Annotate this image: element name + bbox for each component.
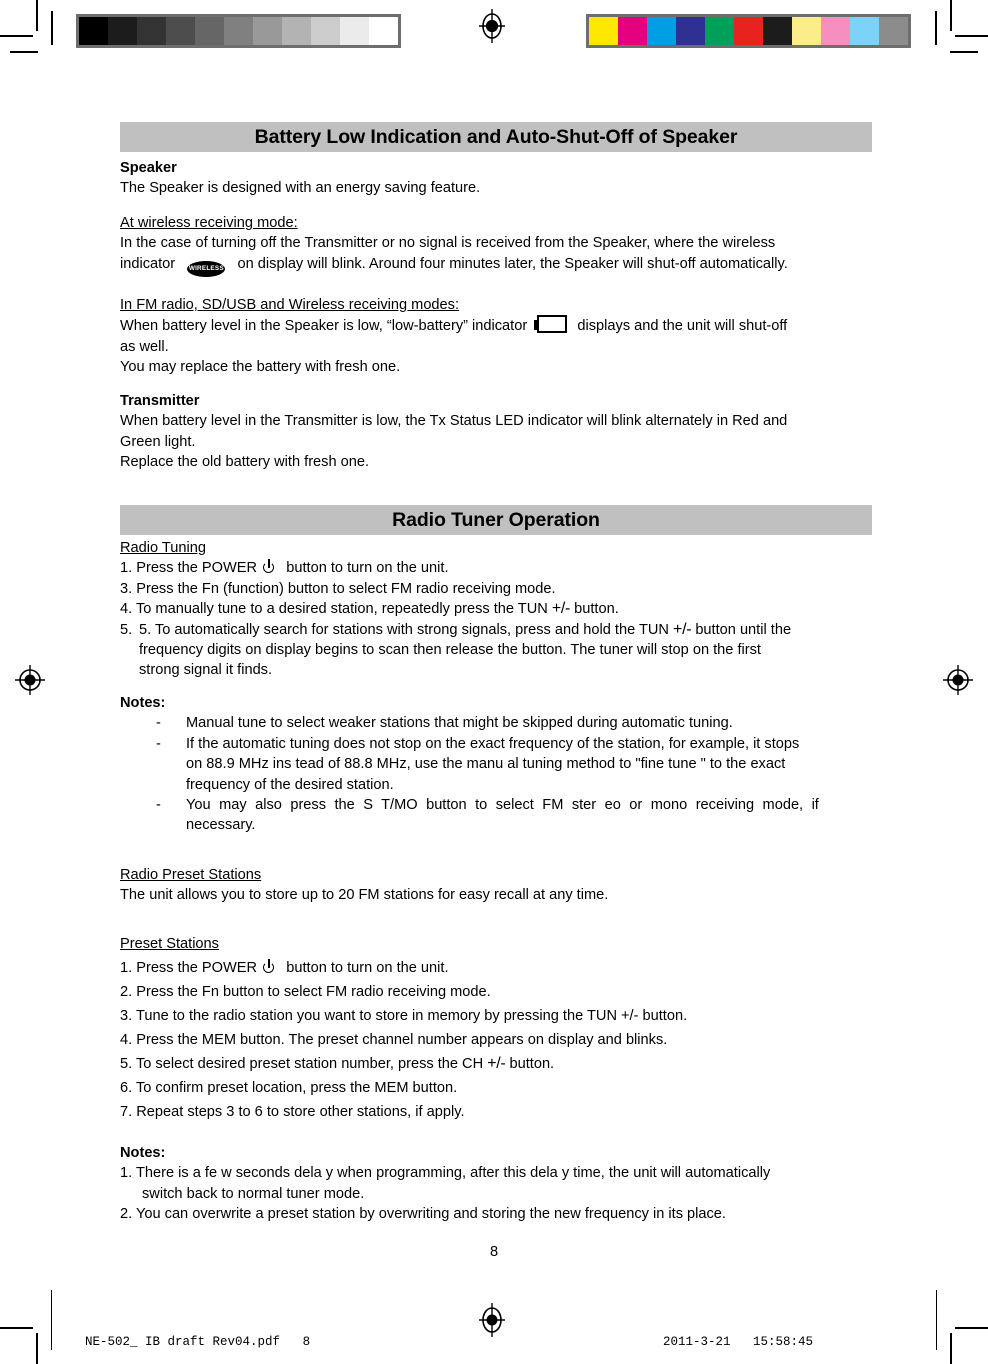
radio-tuning-step-5: 5. 5. To automatically search for statio… xyxy=(120,620,880,681)
tuning-notes-heading: Notes: xyxy=(120,695,166,711)
low-battery-indicator-icon xyxy=(534,315,568,334)
tuning-note-item-2-line-3: frequency of the desired station. xyxy=(186,776,394,793)
preset-step-1-suffix: button to turn on the unit. xyxy=(286,960,449,976)
radio-tuning-step-3: 3. Press the Fn (function) button to sel… xyxy=(120,580,556,597)
wireless-mode-line-2-prefix: indicator xyxy=(120,255,176,272)
power-icon-2 xyxy=(262,959,277,975)
tun-plus-minus-label-1: +/- xyxy=(551,600,571,618)
tuning-note-item-2: - If the automatic tuning does not stop … xyxy=(120,734,880,795)
tuning-note-item-1-text: Manual tune to select weaker stations th… xyxy=(186,715,733,732)
preset-step-7: 7. Repeat steps 3 to 6 to store other st… xyxy=(120,1104,465,1120)
radio-tuning-step-1-suffix: button to turn on the unit. xyxy=(286,560,449,577)
footer-timestamp: 2011-3-21 15:58:45 xyxy=(648,1321,813,1349)
ch-plus-minus-label: +/- xyxy=(487,1055,506,1072)
page-number: 8 xyxy=(489,1244,499,1260)
section-header-radio-tuner-label: Radio Tuner Operation xyxy=(392,509,600,531)
speaker-block: Speaker The Speaker is designed with an … xyxy=(120,158,880,199)
tuning-note-item-1-marker: - xyxy=(156,715,161,732)
transmitter-line-2: Green light. xyxy=(120,433,196,450)
preset-note-item-1-line-1: 1. There is a fe w seconds dela y when p… xyxy=(120,1165,771,1182)
preset-step-2: 2. Press the Fn button to select FM radi… xyxy=(120,984,491,1000)
preset-step-4: 4. Press the MEM button. The preset chan… xyxy=(120,1032,668,1048)
fm-mode-line-2: as well. xyxy=(120,338,169,355)
radio-preset-stations-intro: The unit allows you to store up to 20 FM… xyxy=(120,887,609,904)
section-header-side-rule-1 xyxy=(868,122,872,152)
radio-tuning-step-1: 1. Press the POWER button to turn on the… xyxy=(120,558,880,578)
tuning-note-item-3-line-2: necessary. xyxy=(186,817,256,834)
wireless-mode-block: At wireless receiving mode: In the case … xyxy=(120,213,880,277)
radio-tuning-step-5-marker: 5. xyxy=(120,621,133,638)
radio-tuning-step-5-line-2: frequency digits on display begins to sc… xyxy=(139,642,761,659)
radio-tuning-step-5-suffix: button until the xyxy=(695,621,792,638)
speaker-heading: Speaker xyxy=(120,160,177,176)
tuning-note-item-2-line-2: on 88.9 MHz ins tead of 88.8 MHz, use th… xyxy=(186,756,786,773)
wireless-mode-line-2: indicator WIRELESS on display will blink… xyxy=(120,254,880,277)
fm-mode-line-1-prefix: When battery level in the Speaker is low… xyxy=(120,318,528,335)
speaker-description: The Speaker is designed with an energy s… xyxy=(120,180,481,197)
footer-file-page: 8 xyxy=(302,1335,311,1349)
preset-step-1-prefix: 1. Press the POWER xyxy=(120,960,258,976)
wireless-mode-heading: At wireless receiving mode: xyxy=(120,213,880,233)
preset-stations-sub-heading: Preset Stations xyxy=(120,932,880,956)
preset-step-5-prefix: 5. To select desired preset station numb… xyxy=(120,1056,484,1072)
fm-mode-heading-label: In FM radio, SD/USB and Wireless receivi… xyxy=(120,297,460,313)
tuning-note-item-1: - Manual tune to select weaker stations … xyxy=(120,713,880,733)
footer-filename-label: NE-502_ IB draft Rev04.pdf xyxy=(85,1335,281,1349)
section-header-battery-low-label: Battery Low Indication and Auto-Shut-Off… xyxy=(254,126,738,148)
fm-sdusb-wireless-block: In FM radio, SD/USB and Wireless receivi… xyxy=(120,295,880,378)
footer-time: 15:58:45 xyxy=(753,1335,814,1349)
wireless-mode-heading-label: At wireless receiving mode: xyxy=(120,215,298,231)
section-header-battery-low: Battery Low Indication and Auto-Shut-Off… xyxy=(120,122,872,152)
preset-note-item-2: 2. You can overwrite a preset station by… xyxy=(120,1206,726,1223)
tuning-note-item-3-line-1: You may also press the S T/MO button to … xyxy=(186,797,819,814)
radio-tuning-block: Radio Tuning 1. Press the POWER button t… xyxy=(120,538,880,681)
preset-step-5-suffix: button. xyxy=(509,1056,555,1072)
radio-preset-stations-heading-label: Radio Preset Stations xyxy=(120,867,262,883)
transmitter-line-1: When battery level in the Transmitter is… xyxy=(120,413,788,430)
transmitter-block: Transmitter When battery level in the Tr… xyxy=(120,391,880,473)
radio-tuning-heading: Radio Tuning xyxy=(120,538,880,558)
radio-tuning-step-1-prefix: 1. Press the POWER xyxy=(120,560,258,577)
radio-tuning-step-5-line-3: strong signal it finds. xyxy=(139,662,273,679)
tun-plus-minus-label-2: +/- xyxy=(673,620,692,638)
radio-tuning-step-4-suffix: button. xyxy=(574,601,619,618)
preset-notes-heading: Notes: xyxy=(120,1145,166,1161)
radio-preset-stations-block: Radio Preset Stations The unit allows yo… xyxy=(120,865,880,906)
preset-step-6: 6. To confirm preset location, press the… xyxy=(120,1080,458,1096)
radio-tuning-heading-label: Radio Tuning xyxy=(120,540,207,556)
wireless-mode-line-2-suffix: on display will blink. Around four minut… xyxy=(237,255,788,272)
preset-stations-steps-block: Preset Stations 1. Press the POWER butto… xyxy=(120,932,880,1124)
fm-mode-heading: In FM radio, SD/USB and Wireless receivi… xyxy=(120,295,880,315)
radio-tuning-step-4-prefix: 4. To manually tune to a desired station… xyxy=(120,601,548,618)
footer-filename: NE-502_ IB draft Rev04.pdf 8 xyxy=(70,1321,310,1349)
radio-tuning-step-5-line-1: 5. To automatically search for stations … xyxy=(139,620,792,638)
preset-notes-block: Notes: 1. There is a fe w seconds dela y… xyxy=(120,1143,880,1225)
power-icon xyxy=(262,559,277,575)
transmitter-heading: Transmitter xyxy=(120,393,200,409)
tuning-note-item-2-marker: - xyxy=(156,735,161,752)
radio-preset-stations-heading: Radio Preset Stations xyxy=(120,865,880,885)
wireless-mode-line-1: In the case of turning off the Transmitt… xyxy=(120,235,776,252)
preset-note-item-1-line-2: switch back to normal tuner mode. xyxy=(142,1185,365,1202)
fm-mode-line-3: You may replace the battery with fresh o… xyxy=(120,359,401,376)
fm-mode-line-1: When battery level in the Speaker is low… xyxy=(120,315,880,336)
tuning-note-item-3-marker: - xyxy=(156,797,161,814)
transmitter-line-3: Replace the old battery with fresh one. xyxy=(120,454,370,471)
tuning-note-item-3: - You may also press the S T/MO button t… xyxy=(120,795,880,836)
footer-date: 2011-3-21 xyxy=(663,1335,731,1349)
section-header-radio-tuner: Radio Tuner Operation xyxy=(120,505,872,535)
preset-stations-sub-heading-label: Preset Stations xyxy=(120,936,219,952)
preset-note-item-1: 1. There is a fe w seconds dela y when p… xyxy=(120,1163,880,1204)
radio-tuning-step-4: 4. To manually tune to a desired station… xyxy=(120,599,880,619)
preset-step-5: 5. To select desired preset station numb… xyxy=(120,1052,880,1076)
wireless-indicator-icon: WIRELESS xyxy=(187,260,226,277)
fm-mode-line-1-suffix: displays and the unit will shut-off xyxy=(577,318,788,335)
preset-step-3: 3. Tune to the radio station you want to… xyxy=(120,1008,688,1024)
radio-tuning-step-5-prefix: 5. To automatically search for stations … xyxy=(139,621,669,638)
tuning-note-item-2-line-1: If the automatic tuning does not stop on… xyxy=(186,735,800,752)
manual-page: Battery Low Indication and Auto-Shut-Off… xyxy=(0,0,988,1364)
tuning-notes-block: Notes: - Manual tune to select weaker st… xyxy=(120,693,880,836)
preset-step-1: 1. Press the POWER button to turn on the… xyxy=(120,956,880,980)
